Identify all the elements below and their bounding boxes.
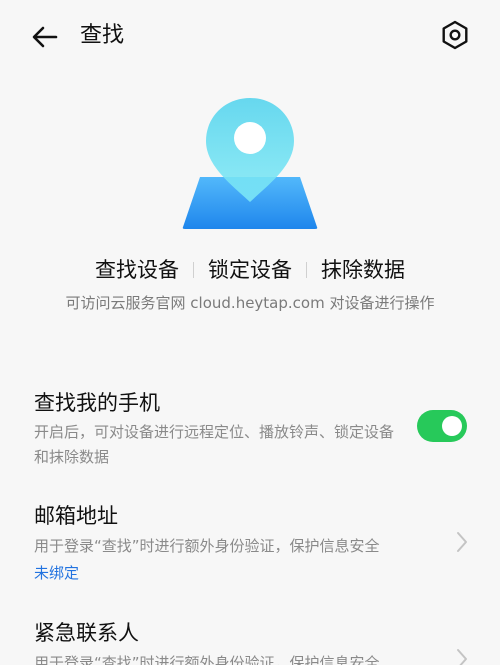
location-pin-map-icon	[182, 98, 318, 229]
page-title: 查找	[80, 23, 125, 48]
device-actions: 查找设备 锁定设备 抹除数据	[0, 254, 500, 286]
email-status[interactable]: 未绑定	[34, 561, 79, 585]
arrow-left-icon[interactable]	[28, 20, 62, 54]
find-phone-title: 查找我的手机	[34, 391, 160, 415]
toggle-knob	[442, 416, 462, 436]
email-description: 用于登录“查找”时进行额外身份验证，保护信息安全	[34, 537, 380, 555]
app-header: 查找	[0, 0, 500, 72]
find-device-action[interactable]: 查找设备	[81, 254, 193, 286]
settings-hexagon-icon[interactable]	[438, 18, 472, 52]
emergency-contact-title[interactable]: 紧急联系人	[34, 618, 139, 648]
cloud-service-hint: 可访问云服务官网 cloud.heytap.com 对设备进行操作	[65, 294, 435, 312]
find-phone-description: 开启后，可对设备进行远程定位、播放铃声、锁定设备和抹除数据	[34, 423, 395, 466]
emergency-contact-description: 用于登录“查找”时进行额外身份验证，保护信息安全	[34, 654, 380, 665]
chevron-right-icon[interactable]	[452, 645, 472, 665]
erase-data-action[interactable]: 抹除数据	[307, 254, 419, 286]
find-phone-toggle[interactable]	[417, 410, 467, 442]
chevron-right-icon[interactable]	[452, 528, 472, 556]
lock-device-action[interactable]: 锁定设备	[194, 254, 306, 286]
email-title[interactable]: 邮箱地址	[34, 501, 118, 531]
